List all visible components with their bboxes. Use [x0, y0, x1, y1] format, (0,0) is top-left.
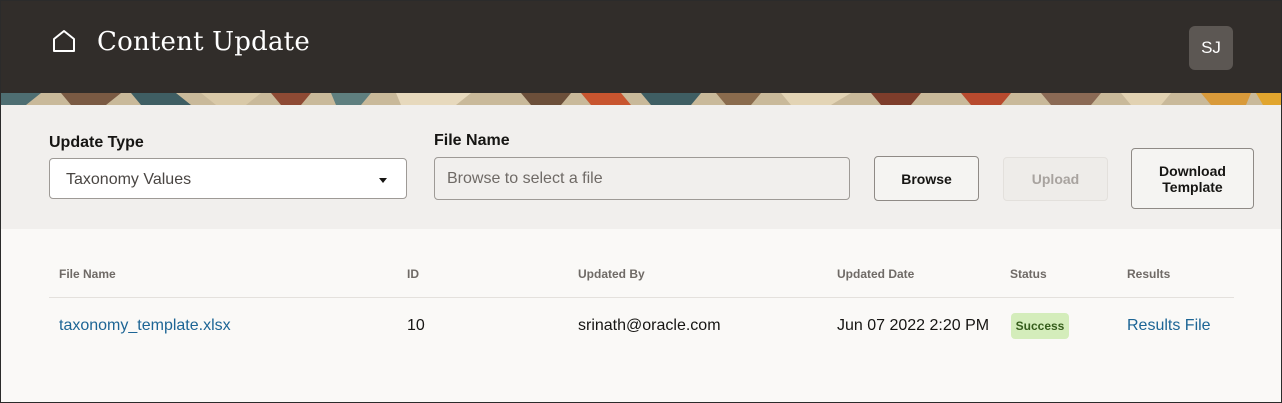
status-badge: Success	[1011, 313, 1069, 339]
chevron-down-icon	[379, 178, 387, 183]
page-title: Content Update	[97, 27, 310, 57]
update-type-label: Update Type	[49, 134, 144, 151]
row-id: 10	[407, 317, 425, 334]
results-file-link[interactable]: Results File	[1127, 317, 1211, 335]
table-header-divider	[49, 297, 1234, 298]
download-template-button[interactable]: Download Template	[1131, 148, 1254, 209]
app-window: Content Update SJ Update Type Taxonomy V…	[0, 0, 1282, 403]
column-header-results: Results	[1127, 267, 1171, 281]
column-header-status: Status	[1010, 267, 1047, 281]
browse-button[interactable]: Browse	[874, 156, 979, 201]
row-updated-by: srinath@oracle.com	[578, 317, 721, 334]
decorative-banner	[1, 93, 1281, 105]
app-header: Content Update SJ	[1, 1, 1281, 93]
home-icon[interactable]	[51, 28, 77, 54]
update-type-value: Taxonomy Values	[66, 171, 192, 188]
file-name-label: File Name	[434, 132, 510, 149]
upload-button[interactable]: Upload	[1003, 157, 1108, 201]
file-name-input[interactable]: Browse to select a file	[434, 157, 850, 200]
column-header-updated-by: Updated By	[578, 267, 645, 281]
column-header-file-name: File Name	[59, 267, 116, 281]
user-avatar[interactable]: SJ	[1189, 26, 1233, 70]
column-header-updated-date: Updated Date	[837, 267, 915, 281]
row-updated-date: Jun 07 2022 2:20 PM	[837, 317, 990, 334]
update-type-select[interactable]: Taxonomy Values	[49, 158, 407, 199]
file-name-link[interactable]: taxonomy_template.xlsx	[59, 317, 231, 335]
column-header-id: ID	[407, 267, 419, 281]
